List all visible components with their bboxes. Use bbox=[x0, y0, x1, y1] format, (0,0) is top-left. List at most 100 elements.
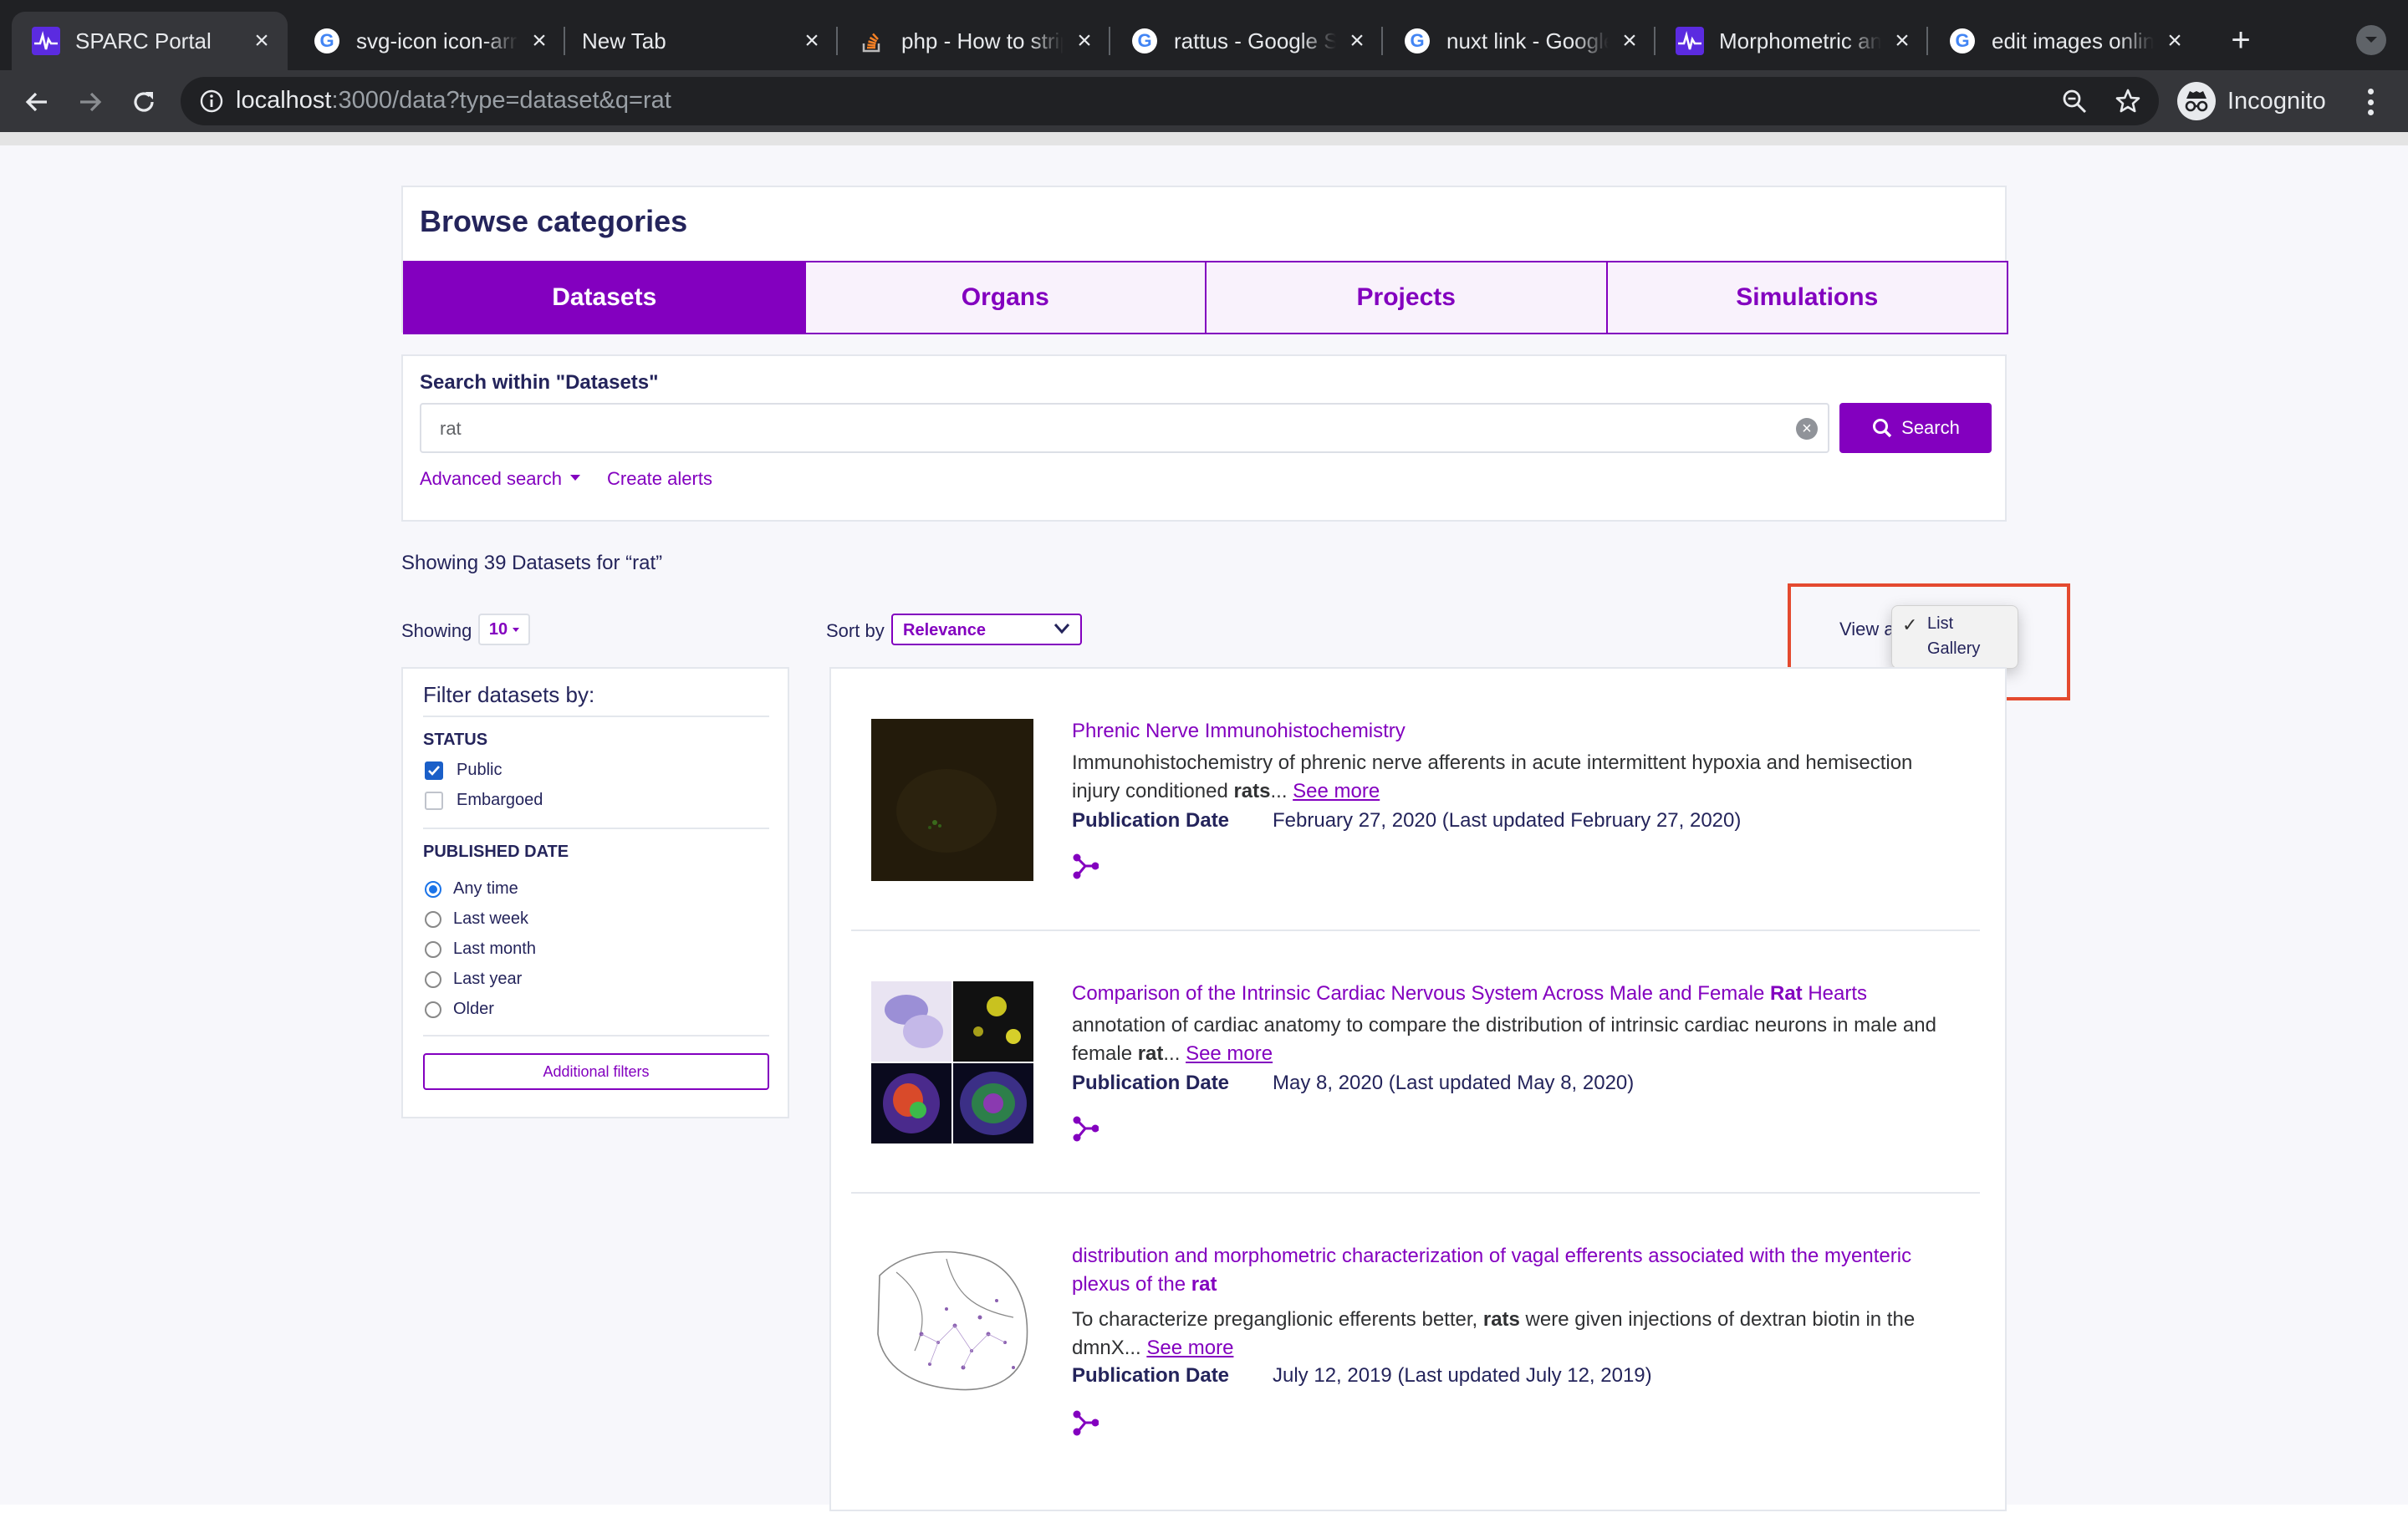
search-input[interactable]: rat × bbox=[420, 403, 1829, 453]
desc-text: Immunohistochemistry of phrenic nerve af… bbox=[1072, 751, 1913, 802]
radio-icon[interactable] bbox=[425, 910, 441, 928]
create-alerts-link[interactable]: Create alerts bbox=[607, 468, 712, 490]
browser-tab[interactable]: Morphometric and × bbox=[1656, 12, 1928, 70]
dataset-thumbnail[interactable] bbox=[871, 981, 1033, 1143]
date-option-label: Older bbox=[453, 1000, 494, 1018]
date-option-older[interactable]: Older bbox=[425, 1000, 494, 1019]
date-option-last-week[interactable]: Last week bbox=[425, 909, 528, 929]
browser-tab[interactable]: G svg-icon icon-arrow × bbox=[293, 12, 565, 70]
browser-tab[interactable]: G edit images online × bbox=[1928, 12, 2201, 70]
share-icon[interactable] bbox=[1072, 1409, 1099, 1436]
incognito-icon bbox=[2177, 82, 2216, 120]
dataset-description: Immunohistochemistry of phrenic nerve af… bbox=[1072, 749, 1958, 806]
date-option-last-month[interactable]: Last month bbox=[425, 940, 536, 959]
status-option-public[interactable]: Public bbox=[425, 761, 502, 780]
page-size-select[interactable]: 10 bbox=[478, 614, 530, 645]
sort-value: Relevance bbox=[903, 621, 986, 639]
status-heading: STATUS bbox=[423, 731, 488, 749]
dataset-title-link[interactable]: Comparison of the Intrinsic Cardiac Nerv… bbox=[1072, 980, 1958, 1008]
reload-icon[interactable] bbox=[125, 84, 162, 120]
list-item: Comparison of the Intrinsic Cardiac Nerv… bbox=[851, 931, 1980, 1194]
incognito-label: Incognito bbox=[2227, 87, 2326, 115]
incognito-indicator[interactable]: Incognito bbox=[2177, 77, 2326, 125]
additional-filters-button[interactable]: Additional filters bbox=[423, 1053, 769, 1090]
pub-label: Publication Date bbox=[1072, 809, 1230, 832]
browser-tab[interactable]: G rattus - Google Search × bbox=[1110, 12, 1383, 70]
close-tab-icon[interactable]: × bbox=[249, 27, 274, 54]
sparc-icon bbox=[32, 27, 60, 55]
close-tab-icon[interactable]: × bbox=[2162, 27, 2187, 54]
sparc-icon bbox=[1676, 27, 1704, 55]
close-tab-icon[interactable]: × bbox=[527, 27, 552, 54]
radio-icon[interactable] bbox=[425, 1001, 441, 1018]
desc-highlight: rats bbox=[1482, 1308, 1520, 1331]
see-more-link[interactable]: See more bbox=[1186, 1042, 1273, 1065]
desc-text: ... bbox=[1163, 1042, 1186, 1065]
close-tab-icon[interactable]: × bbox=[799, 27, 824, 54]
desc-text: To characterize preganglionic efferents … bbox=[1072, 1308, 1483, 1331]
browser-tab[interactable]: SPARC Portal × bbox=[12, 12, 288, 70]
clear-search-icon[interactable]: × bbox=[1796, 418, 1818, 440]
browser-tab[interactable]: G nuxt link - Google Search × bbox=[1383, 12, 1656, 70]
dataset-title-link[interactable]: Phrenic Nerve Immunohistochemistry bbox=[1072, 717, 1958, 746]
pub-label: Publication Date bbox=[1072, 1072, 1230, 1094]
search-button[interactable]: Search bbox=[1839, 403, 1992, 453]
close-tab-icon[interactable]: × bbox=[1617, 27, 1642, 54]
new-tab-icon[interactable]: + bbox=[2224, 23, 2258, 57]
back-icon[interactable] bbox=[18, 84, 55, 120]
date-option-last-year[interactable]: Last year bbox=[425, 970, 522, 989]
browser-tab[interactable]: New Tab × bbox=[565, 12, 838, 70]
bookmark-star-icon[interactable] bbox=[2114, 87, 2142, 115]
date-option-any-time[interactable]: Any time bbox=[425, 879, 518, 899]
address-bar[interactable]: localhost:3000/data?type=dataset&q=rat bbox=[181, 77, 2159, 125]
checkbox-checked-icon[interactable] bbox=[425, 761, 443, 780]
zoom-icon[interactable] bbox=[2060, 87, 2089, 115]
radio-icon[interactable] bbox=[425, 940, 441, 958]
caret-down-icon bbox=[513, 627, 520, 632]
tab-search-icon[interactable] bbox=[2356, 25, 2386, 55]
divider bbox=[423, 716, 769, 717]
url-text: localhost:3000/data?type=dataset&q=rat bbox=[236, 87, 671, 115]
browser-menu-icon[interactable] bbox=[2358, 85, 2383, 119]
publication-date: Publication Date May 8, 2020 (Last update… bbox=[1072, 1072, 1634, 1095]
tab-projects[interactable]: Projects bbox=[1205, 261, 1608, 334]
google-icon: G bbox=[313, 27, 341, 55]
date-option-label: Last year bbox=[453, 970, 523, 988]
pub-label: Publication Date bbox=[1072, 1364, 1230, 1387]
date-option-label: Any time bbox=[453, 879, 518, 898]
see-more-link[interactable]: See more bbox=[1146, 1337, 1233, 1359]
title-text: Hearts bbox=[1802, 982, 1868, 1005]
close-tab-icon[interactable]: × bbox=[1072, 27, 1097, 54]
tab-title: svg-icon icon-arrow bbox=[356, 28, 518, 53]
dataset-description: To characterize preganglionic efferents … bbox=[1072, 1306, 1958, 1362]
forward-icon[interactable] bbox=[72, 84, 109, 120]
title-highlight: rat bbox=[1191, 1273, 1217, 1296]
share-icon[interactable] bbox=[1072, 1115, 1099, 1142]
google-icon: G bbox=[1948, 27, 1977, 55]
share-icon[interactable] bbox=[1072, 853, 1099, 879]
pub-value: February 27, 2020 (Last updated February… bbox=[1273, 809, 1742, 832]
tab-datasets[interactable]: Datasets bbox=[403, 261, 806, 334]
publication-date: Publication Date July 12, 2019 (Last upda… bbox=[1072, 1364, 1652, 1388]
browse-heading: Browse categories bbox=[420, 204, 688, 238]
pub-value: July 12, 2019 (Last updated July 12, 201… bbox=[1273, 1364, 1652, 1387]
sort-select[interactable]: Relevance bbox=[891, 614, 1082, 645]
tab-organs[interactable]: Organs bbox=[804, 261, 1207, 334]
info-icon[interactable] bbox=[199, 89, 224, 114]
divider bbox=[423, 828, 769, 829]
advanced-search-link[interactable]: Advanced search bbox=[420, 468, 580, 490]
see-more-link[interactable]: See more bbox=[1293, 780, 1380, 802]
radio-selected-icon[interactable] bbox=[425, 880, 441, 898]
dataset-thumbnail[interactable] bbox=[871, 1242, 1033, 1404]
checkbox-icon[interactable] bbox=[425, 791, 443, 810]
category-tabs: Datasets Organs Projects Simulations bbox=[403, 261, 2008, 334]
close-tab-icon[interactable]: × bbox=[1890, 27, 1915, 54]
radio-icon[interactable] bbox=[425, 970, 441, 988]
close-tab-icon[interactable]: × bbox=[1344, 27, 1370, 54]
browse-categories-panel: Browse categories Datasets Organs Projec… bbox=[401, 186, 2008, 334]
tab-simulations[interactable]: Simulations bbox=[1605, 261, 2008, 334]
dataset-thumbnail[interactable] bbox=[871, 719, 1033, 881]
browser-tab[interactable]: php - How to strip × bbox=[838, 12, 1110, 70]
status-option-embargoed[interactable]: Embargoed bbox=[425, 791, 543, 810]
dataset-title-link[interactable]: distribution and morphometric characteri… bbox=[1072, 1242, 1958, 1299]
